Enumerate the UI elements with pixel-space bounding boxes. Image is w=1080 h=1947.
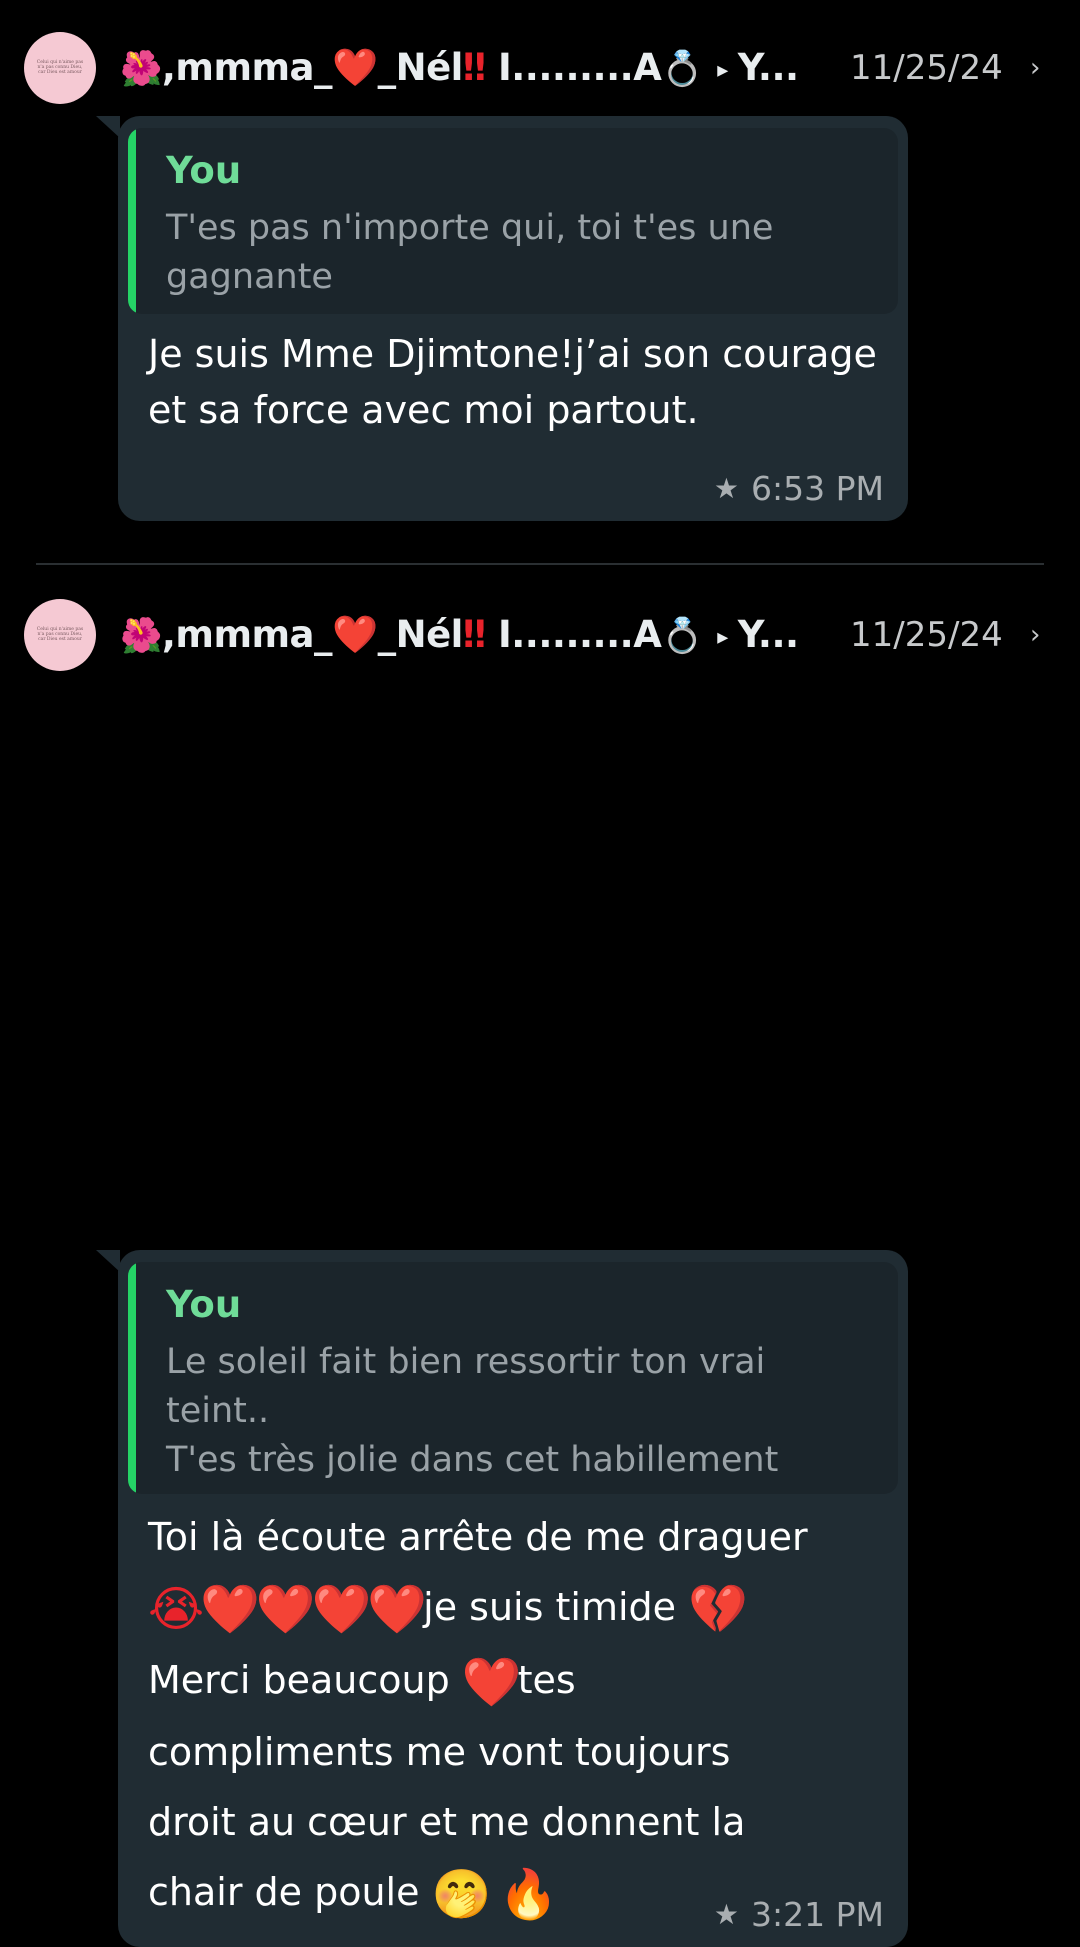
sender-name-part: I.........A bbox=[497, 613, 662, 656]
quoted-message[interactable]: You Le soleil fait bien ressortir ton vr… bbox=[128, 1262, 898, 1494]
message-date: 11/25/24 bbox=[850, 615, 1003, 655]
quote-text: Le soleil fait bien ressortir ton vrai t… bbox=[166, 1338, 886, 1485]
sender-name-part: I.........A bbox=[497, 46, 662, 89]
arrow-right-icon: ▸ bbox=[717, 58, 728, 83]
recipient-name: Y... bbox=[737, 46, 799, 89]
sender-name-part: _Nél bbox=[377, 613, 464, 656]
quote-line: teint.. bbox=[166, 1391, 270, 1431]
message-header[interactable]: Celui qui n'aime pas n'a pas connu Dieu,… bbox=[0, 32, 1080, 104]
message-line: Merci beaucoup ❤️tes bbox=[148, 1645, 888, 1718]
quote-bar bbox=[128, 1262, 136, 1494]
avatar-caption: Celui qui n'aime pas n'a pas connu Dieu,… bbox=[36, 60, 84, 75]
chevron-right-icon[interactable]: › bbox=[1030, 46, 1040, 90]
bubble-tail bbox=[96, 1250, 120, 1272]
message-fragment: je suis timide bbox=[423, 1585, 677, 1629]
chevron-right-icon[interactable]: › bbox=[1030, 613, 1040, 657]
crying-and-hearts-emoji: 😭❤️❤️❤️❤️ bbox=[148, 1581, 427, 1638]
quote-author: You bbox=[166, 149, 242, 192]
recipient-name: Y... bbox=[737, 613, 799, 656]
heart-icon: ❤️ bbox=[332, 46, 378, 89]
message-time: 6:53 PM bbox=[751, 469, 884, 508]
message-meta: ★ 3:21 PM bbox=[714, 1895, 884, 1935]
message-text: Je suis Mme Djimtone!j’ai son courage et… bbox=[148, 332, 877, 432]
message-fragment: Merci beaucoup bbox=[148, 1657, 450, 1702]
avatar[interactable]: Celui qui n'aime pas n'a pas connu Dieu,… bbox=[24, 599, 96, 671]
divider bbox=[36, 563, 1044, 565]
message-line: droit au cœur et me donnent la bbox=[148, 1800, 746, 1844]
message-text: Toi là écoute arrête de me draguer 😭❤️❤️… bbox=[148, 1502, 888, 1930]
message-meta: ★ 6:53 PM bbox=[714, 469, 884, 509]
quoted-message[interactable]: You T'es pas n'importe qui, toi t'es une… bbox=[128, 128, 898, 314]
star-icon: ★ bbox=[713, 1898, 740, 1931]
sender-name-part: ,mmma_ bbox=[161, 613, 333, 656]
ring-icon: 💍 bbox=[661, 49, 704, 89]
message-fragment: tes bbox=[517, 1657, 576, 1702]
quote-text: T'es pas n'importe qui, toi t'es une gag… bbox=[166, 208, 774, 297]
message-time: 3:21 PM bbox=[751, 1895, 884, 1934]
quote-author: You bbox=[166, 1283, 242, 1326]
sender-name-part: ,mmma_ bbox=[161, 46, 333, 89]
message-bubble[interactable]: You Le soleil fait bien ressortir ton vr… bbox=[118, 1250, 908, 1947]
message-line: Toi là écoute arrête de me draguer bbox=[148, 1515, 808, 1559]
message-fragment: chair de poule bbox=[148, 1870, 420, 1914]
quote-line: T'es très jolie dans cet habillement bbox=[166, 1440, 779, 1480]
quote-bar bbox=[128, 128, 136, 314]
message-line: 😭❤️❤️❤️❤️je suis timide 💔 bbox=[148, 1572, 888, 1645]
arrow-right-icon: ▸ bbox=[717, 625, 728, 650]
quote-line: Le soleil fait bien ressortir ton vrai bbox=[166, 1342, 766, 1382]
hibiscus-icon: 🌺 bbox=[120, 49, 162, 89]
message-header[interactable]: Celui qui n'aime pas n'a pas connu Dieu,… bbox=[0, 599, 1080, 671]
sender-name-part: _Nél bbox=[377, 46, 464, 89]
heart-icon: ❤️ bbox=[332, 613, 378, 656]
bubble-tail bbox=[96, 116, 120, 138]
star-icon: ★ bbox=[713, 472, 740, 505]
message-bubble[interactable]: You T'es pas n'importe qui, toi t'es une… bbox=[118, 116, 908, 521]
hand-over-mouth-and-fire-emoji: 🤭 🔥 bbox=[431, 1866, 559, 1923]
heart-icon: ❤️ bbox=[461, 1654, 522, 1710]
sender-name: 🌺,mmma_❤️_Nél‼ I.........A💍 ▸ Y... bbox=[120, 613, 799, 657]
double-exclamation-icon: ‼ bbox=[462, 46, 486, 89]
message-line: compliments me vont toujours bbox=[148, 1730, 731, 1774]
avatar[interactable]: Celui qui n'aime pas n'a pas connu Dieu,… bbox=[24, 32, 96, 104]
sender-name: 🌺,mmma_❤️_Nél‼ I.........A💍 ▸ Y... bbox=[120, 46, 799, 90]
avatar-caption: Celui qui n'aime pas n'a pas connu Dieu,… bbox=[36, 627, 84, 642]
hibiscus-icon: 🌺 bbox=[120, 616, 162, 656]
ring-icon: 💍 bbox=[661, 616, 704, 656]
broken-heart-icon: 💔 bbox=[688, 1581, 748, 1638]
message-date: 11/25/24 bbox=[850, 48, 1003, 88]
double-exclamation-icon: ‼ bbox=[462, 613, 486, 656]
